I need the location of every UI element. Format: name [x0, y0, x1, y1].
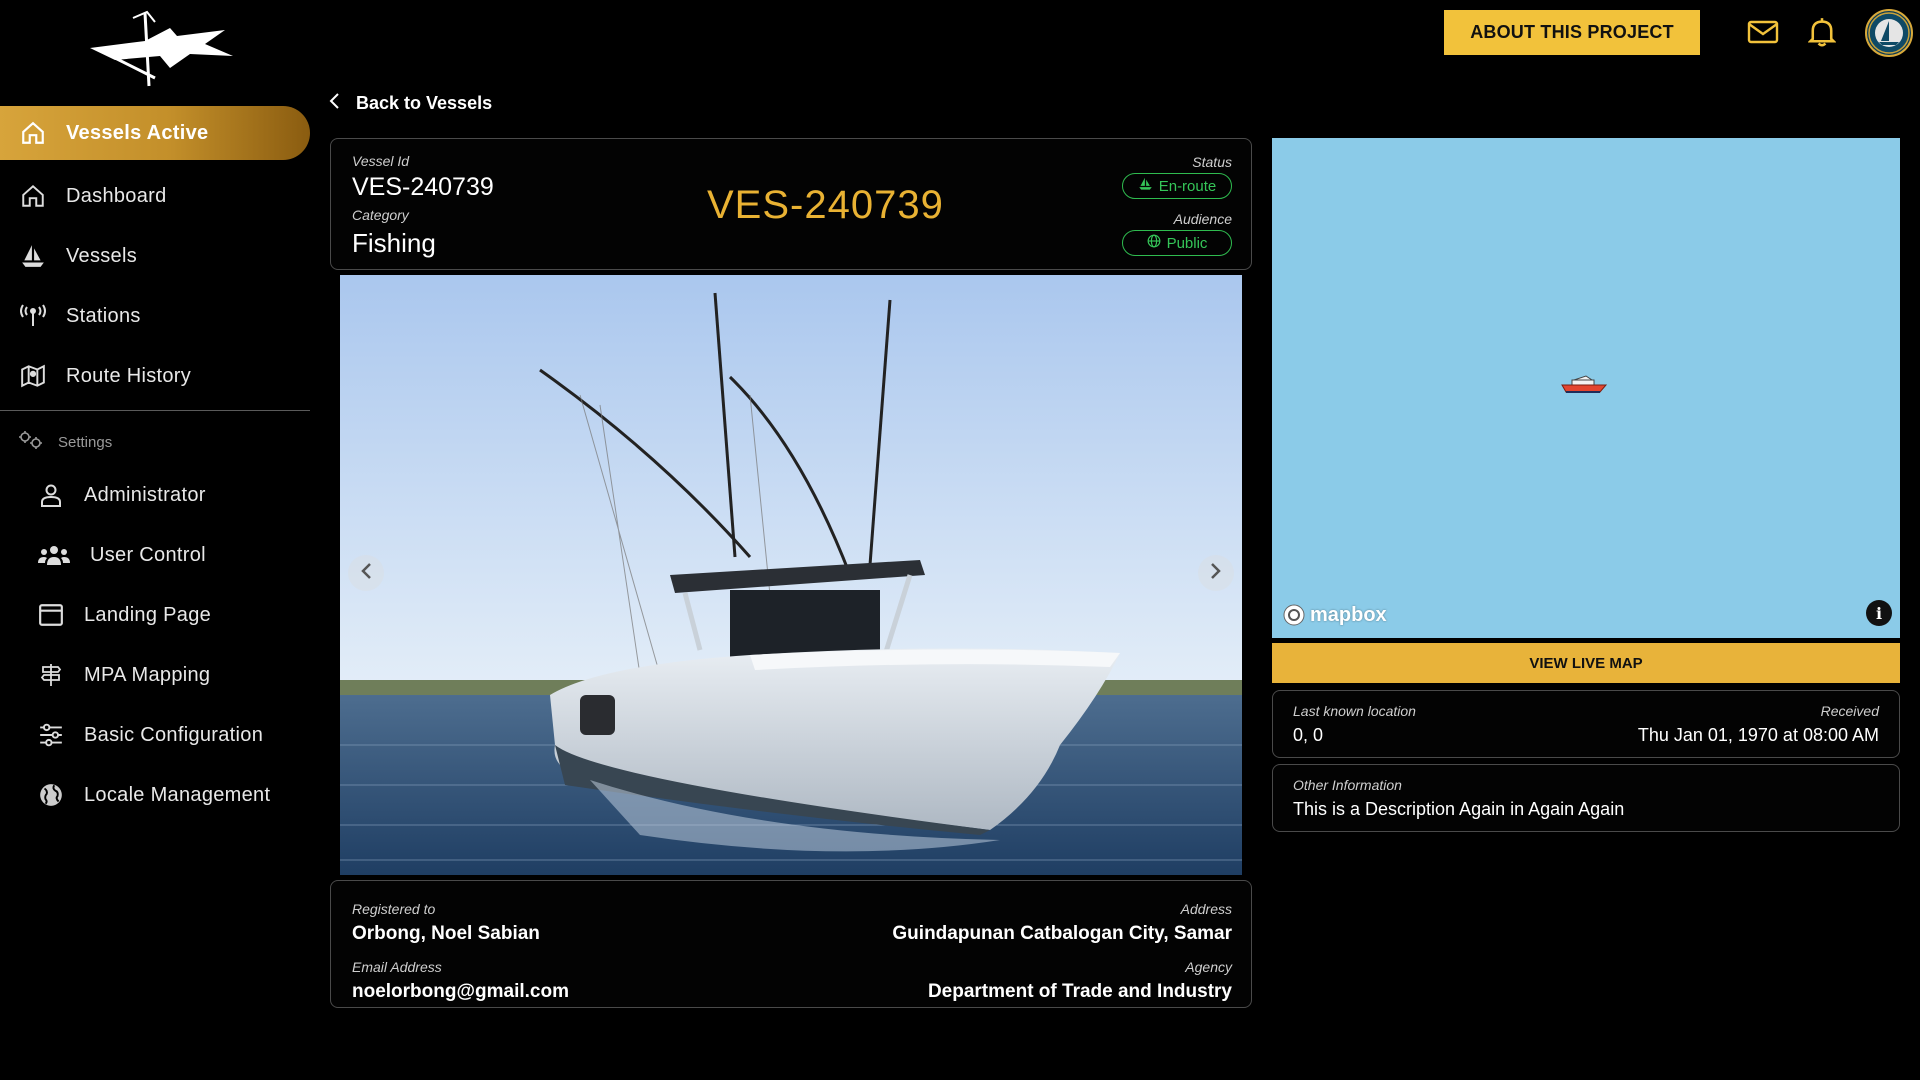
registered-to-label: Registered to	[352, 901, 436, 917]
last-known-location-label: Last known location	[1293, 703, 1416, 719]
sidebar-divider	[0, 410, 310, 411]
boat-image	[340, 275, 1242, 875]
mapbox-logo[interactable]: mapbox	[1282, 603, 1387, 627]
users-icon	[36, 540, 72, 570]
sidebar-item-stations[interactable]: Stations	[0, 289, 310, 343]
globe-icon	[36, 780, 66, 810]
sidebar-item-user-control[interactable]: User Control	[0, 528, 310, 582]
address-value: Guindapunan Catbalogan City, Samar	[892, 923, 1232, 944]
sidebar-item-mpa-mapping[interactable]: MPA Mapping	[0, 648, 310, 702]
sidebar-item-label: Administrator	[84, 483, 206, 506]
sidebar-item-label: MPA Mapping	[84, 663, 211, 686]
sidebar-item-vessels-active[interactable]: Vessels Active	[0, 106, 310, 160]
signpost-icon	[36, 660, 66, 690]
email-label: Email Address	[352, 959, 442, 975]
chevron-left-icon	[360, 562, 372, 585]
mapbox-brand: mapbox	[1310, 603, 1387, 626]
status-label: Status	[1192, 154, 1232, 170]
address-label: Address	[1180, 901, 1232, 917]
vessel-id-value: VES-240739	[352, 173, 494, 201]
map-icon	[18, 361, 48, 391]
back-label: Back to Vessels	[356, 93, 493, 113]
sliders-icon	[36, 720, 66, 750]
home-icon	[18, 118, 48, 148]
sidebar-item-label: Stations	[66, 304, 141, 327]
vessel-summary-card: Vessel Id VES-240739 Category Fishing VE…	[330, 138, 1252, 270]
sidebar-item-administrator[interactable]: Administrator	[0, 468, 310, 522]
about-project-button[interactable]: ABOUT THIS PROJECT	[1444, 10, 1700, 55]
home-icon	[18, 181, 48, 211]
carousel-next-button[interactable]	[1198, 555, 1234, 591]
app-logo	[90, 10, 233, 87]
audience-badge: Public	[1122, 230, 1232, 256]
chevron-right-icon	[1210, 562, 1222, 585]
audience-value: Public	[1166, 234, 1208, 252]
other-information-label: Other Information	[1293, 777, 1402, 793]
sidebar-item-label: Route History	[66, 364, 192, 387]
sailboat-icon	[1138, 177, 1153, 195]
chevron-left-icon	[328, 92, 340, 115]
mapbox-icon	[1283, 604, 1305, 626]
category-label: Category	[352, 207, 409, 223]
sidebar-item-label: Dashboard	[66, 184, 167, 207]
globe-icon	[1147, 234, 1161, 252]
received-label: Received	[1820, 703, 1879, 719]
vessel-map[interactable]: mapbox i	[1272, 138, 1900, 638]
carousel-prev-button[interactable]	[348, 555, 384, 591]
back-to-vessels-link[interactable]: Back to Vessels	[328, 92, 492, 115]
antenna-icon	[18, 301, 48, 331]
registration-card: Registered to Orbong, Noel Sabian Addres…	[330, 880, 1252, 1008]
agency-label: Agency	[1185, 959, 1232, 975]
sidebar-item-label: Vessels Active	[66, 121, 209, 144]
bell-icon[interactable]	[1804, 14, 1840, 50]
other-information-value: This is a Description Again in Again Aga…	[1293, 799, 1625, 819]
other-information-card: Other Information This is a Description …	[1272, 764, 1900, 832]
sidebar: Vessels Active Dashboard Vessels Station…	[0, 0, 310, 1080]
window-icon	[36, 600, 66, 630]
sidebar-item-label: Vessels	[66, 244, 138, 267]
mail-icon[interactable]	[1745, 14, 1781, 50]
sidebar-item-label: Basic Configuration	[84, 723, 264, 746]
email-value: noelorbong@gmail.com	[352, 981, 569, 1002]
received-value: Thu Jan 01, 1970 at 08:00 AM	[1637, 725, 1879, 745]
sidebar-item-label: Locale Management	[84, 783, 271, 806]
sidebar-item-basic-configuration[interactable]: Basic Configuration	[0, 708, 310, 762]
audience-label: Audience	[1173, 211, 1232, 227]
settings-header: Settings	[18, 430, 112, 455]
vessel-id-heading: VES-240739	[707, 183, 944, 227]
vessel-photo	[340, 275, 1242, 875]
registered-to-value: Orbong, Noel Sabian	[352, 923, 540, 944]
location-card: Last known location 0, 0 Received Thu Ja…	[1272, 690, 1900, 758]
status-value: En-route	[1158, 177, 1217, 195]
sidebar-item-route-history[interactable]: Route History	[0, 349, 310, 403]
sidebar-item-label: Landing Page	[84, 603, 212, 626]
sidebar-item-vessels[interactable]: Vessels	[0, 229, 310, 283]
sidebar-item-dashboard[interactable]: Dashboard	[0, 169, 310, 223]
vessel-id-label: Vessel Id	[352, 153, 410, 169]
map-info-button[interactable]: i	[1866, 600, 1892, 626]
user-icon	[36, 480, 66, 510]
sailboat-icon	[18, 241, 48, 271]
view-live-map-button[interactable]: VIEW LIVE MAP	[1272, 643, 1900, 683]
settings-label: Settings	[58, 434, 113, 451]
sidebar-item-locale-management[interactable]: Locale Management	[0, 768, 310, 822]
category-value: Fishing	[352, 228, 436, 258]
last-known-location-value: 0, 0	[1293, 725, 1324, 745]
sidebar-item-label: User Control	[90, 543, 206, 566]
agency-value: Department of Trade and Industry	[927, 981, 1232, 1002]
gears-icon	[18, 430, 44, 455]
sidebar-item-landing-page[interactable]: Landing Page	[0, 588, 310, 642]
status-badge: En-route	[1122, 173, 1232, 199]
avatar[interactable]	[1865, 9, 1913, 57]
vessel-marker-icon[interactable]	[1560, 374, 1608, 396]
